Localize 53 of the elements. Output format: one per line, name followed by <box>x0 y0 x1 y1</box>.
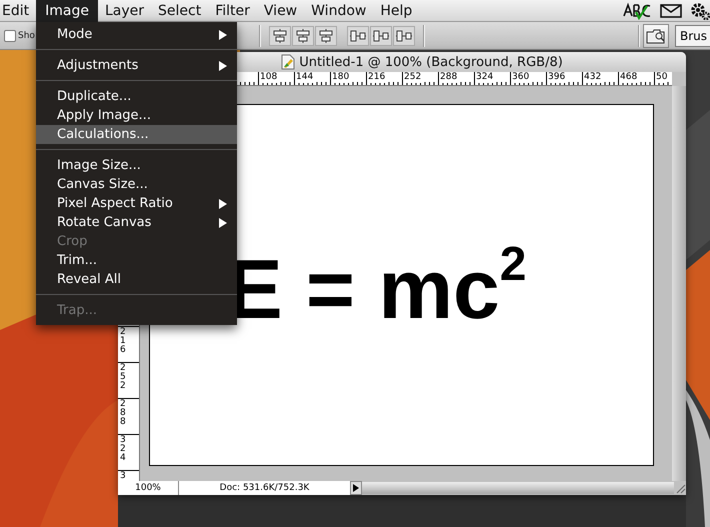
menu-title[interactable]: Image <box>36 0 98 22</box>
checkbox-label: Sho <box>18 30 35 40</box>
align-icon[interactable] <box>393 26 415 46</box>
ruler-number: 360 <box>511 72 530 83</box>
resize-grip-icon[interactable] <box>674 482 686 494</box>
menu-item[interactable]: Trim... <box>36 251 237 270</box>
menu-title[interactable]: Help <box>373 0 420 22</box>
menu-title[interactable]: Edit <box>0 0 36 22</box>
vertical-scrollbar[interactable] <box>672 86 686 481</box>
menu-item[interactable]: Adjustments <box>36 56 237 75</box>
menu-title[interactable]: View <box>256 0 304 22</box>
align-icon[interactable] <box>347 26 369 46</box>
horizontal-scrollbar[interactable] <box>362 482 674 494</box>
brush-field[interactable]: Brus <box>675 24 710 46</box>
caret-icon <box>353 484 359 492</box>
mail-icon[interactable] <box>660 2 682 18</box>
ruler-number: 396 <box>547 72 566 83</box>
zoom-field[interactable]: 100% <box>118 481 179 495</box>
ruler-number: 252 <box>403 72 422 83</box>
gear-icon[interactable] <box>690 2 710 20</box>
menu-title[interactable]: Select <box>151 0 208 22</box>
ruler-number: 144 <box>295 72 314 83</box>
menu-item[interactable]: Reveal All <box>36 270 237 289</box>
checkbox[interactable] <box>4 30 16 42</box>
ruler-number: 216 <box>367 72 386 83</box>
menu-item[interactable]: Duplicate... <box>36 87 237 106</box>
document-title: Untitled-1 @ 100% (Background, RGB/8) <box>299 54 563 70</box>
align-icon[interactable] <box>315 26 337 46</box>
ruler-number: 50 <box>655 72 668 83</box>
ruler-number: 432 <box>583 72 602 83</box>
align-icon[interactable] <box>292 26 314 46</box>
document-info: Doc: 531.6K/752.3K <box>179 481 350 495</box>
folder-button[interactable] <box>643 24 669 48</box>
menu-item[interactable]: Pixel Aspect Ratio <box>36 194 237 213</box>
ruler-number: 468 <box>619 72 638 83</box>
menu-item[interactable]: Canvas Size... <box>36 175 237 194</box>
menu-item[interactable]: Mode <box>36 25 237 44</box>
align-icon[interactable] <box>370 26 392 46</box>
menu-item[interactable]: Calculations... <box>36 125 237 144</box>
ruler-number: 180 <box>331 72 350 83</box>
menu-title[interactable]: Filter <box>208 0 257 22</box>
menu-title[interactable]: Layer <box>98 0 152 22</box>
ruler-number: 288 <box>439 72 458 83</box>
align-icon[interactable] <box>269 26 291 46</box>
document-icon <box>281 54 296 70</box>
ruler-number: 108 <box>259 72 278 83</box>
menu-title[interactable]: Window <box>304 0 374 22</box>
menu-item[interactable]: Rotate Canvas <box>36 213 237 232</box>
ruler-number: 324 <box>475 72 494 83</box>
menu-item[interactable]: Apply Image... <box>36 106 237 125</box>
menu-item[interactable]: Image Size... <box>36 156 237 175</box>
status-menu-button[interactable] <box>350 481 362 495</box>
spellcheck-icon[interactable] <box>622 2 652 20</box>
